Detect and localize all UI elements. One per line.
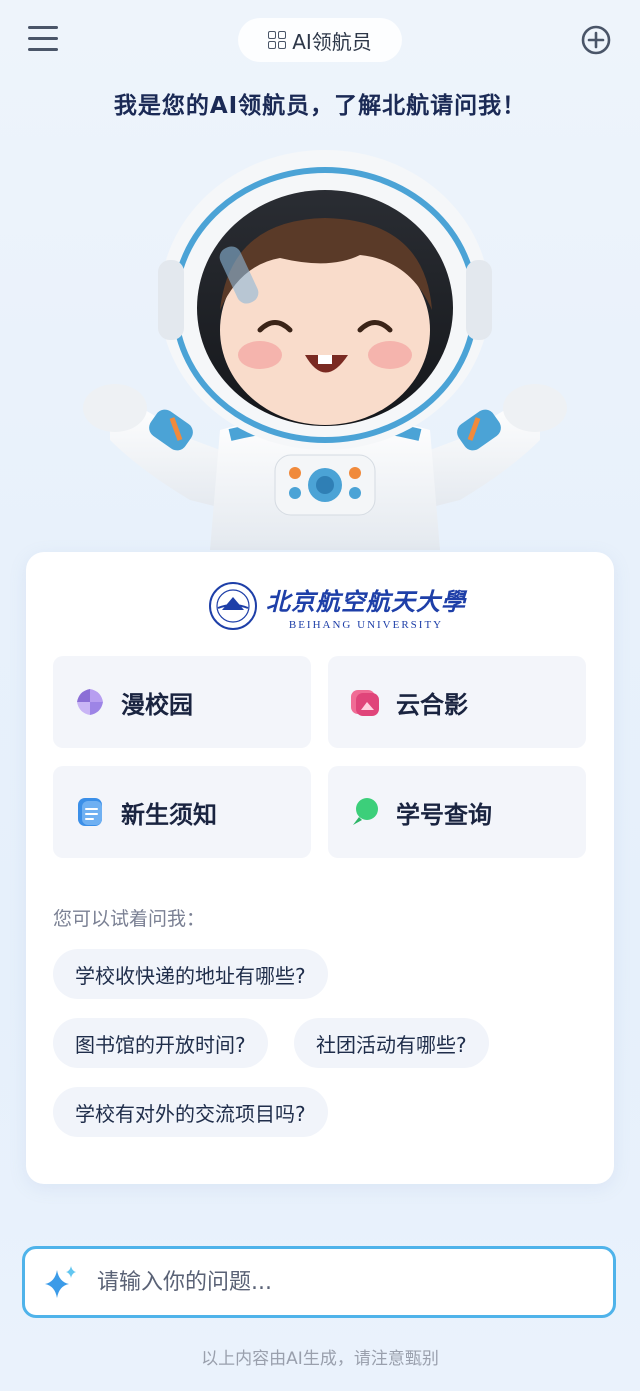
university-logo: 北京航空航天大學 BEIHANG UNIVERSITY	[208, 580, 466, 632]
suggestion-chip[interactable]: 学校收快递的地址有哪些?	[53, 949, 328, 999]
suggestion-hint: 您可以试着问我：	[53, 908, 206, 930]
search-bubble-icon	[353, 798, 378, 825]
photo-icon	[351, 690, 379, 716]
suggestion-chip[interactable]: 社团活动有哪些?	[294, 1018, 489, 1068]
tile-campus[interactable]: 漫校园	[53, 656, 311, 748]
sparkle-icon	[45, 1266, 76, 1298]
tile-label: 新生须知	[121, 800, 217, 829]
university-name-cn: 北京航空航天大學	[266, 586, 466, 616]
notice-icon	[78, 798, 102, 826]
university-seal-icon	[209, 582, 257, 630]
tile-label: 学号查询	[396, 800, 492, 829]
plus-circle-icon	[581, 25, 611, 55]
tile-student-id-lookup[interactable]: 学号查询	[328, 766, 586, 858]
app-title: AI领航员	[292, 29, 372, 54]
app-title-pill: AI领航员	[238, 18, 402, 62]
question-input-box[interactable]	[22, 1246, 616, 1318]
suggestion-chip[interactable]: 学校有对外的交流项目吗?	[53, 1087, 328, 1137]
university-name-en: BEIHANG UNIVERSITY	[288, 618, 444, 631]
main-card: 北京航空航天大學 BEIHANG UNIVERSITY 漫校园 云合影 新生须知	[26, 552, 614, 1184]
question-input[interactable]	[95, 1251, 613, 1313]
tile-label: 漫校园	[121, 690, 193, 719]
tile-group-photo[interactable]: 云合影	[328, 656, 586, 748]
menu-icon[interactable]	[28, 26, 58, 52]
suggestion-chip[interactable]: 图书馆的开放时间?	[53, 1018, 268, 1068]
campus-icon	[77, 689, 103, 715]
astronaut-mascot	[83, 150, 567, 550]
headline: 我是您的AI领航员，了解北航请问我！	[113, 93, 527, 119]
ai-disclaimer: 以上内容由AI生成，请注意甄别	[201, 1349, 439, 1369]
new-chat-button[interactable]	[580, 24, 612, 56]
grid-icon	[268, 31, 287, 49]
tile-label: 云合影	[396, 690, 468, 719]
top-bar: AI领航员	[0, 0, 640, 80]
tile-freshman-guide[interactable]: 新生须知	[53, 766, 311, 858]
